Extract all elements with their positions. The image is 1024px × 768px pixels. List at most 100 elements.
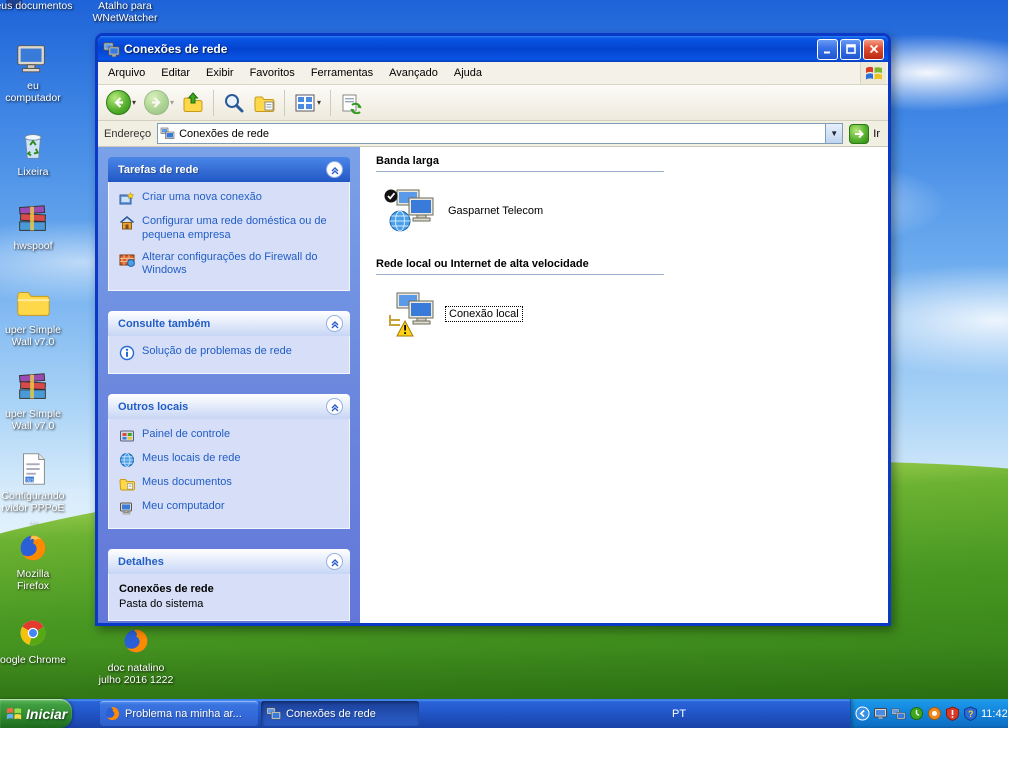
link-my-computer[interactable]: Meu computador: [119, 500, 341, 516]
address-dropdown-icon[interactable]: ▼: [825, 124, 843, 143]
collapse-chevron-icon[interactable]: [326, 398, 343, 415]
menu-editar[interactable]: Editar: [153, 64, 198, 82]
taskbar-task-network-connections[interactable]: Conexões de rede: [261, 701, 419, 726]
search-button[interactable]: [221, 90, 247, 116]
link-network-troubleshooter[interactable]: Solução de problemas de rede: [119, 345, 341, 361]
system-tray: ? 11:42: [850, 699, 1008, 728]
collapse-chevron-icon[interactable]: [326, 161, 343, 178]
sync-folder-button[interactable]: [338, 90, 364, 116]
desktop-icon-my-computer[interactable]: eu computador: [0, 40, 66, 104]
document-icon: 321: [14, 450, 52, 488]
up-button[interactable]: [180, 90, 206, 116]
language-indicator[interactable]: PT: [664, 699, 694, 728]
display-tray-icon[interactable]: [873, 706, 888, 721]
menu-exibir[interactable]: Exibir: [198, 64, 242, 82]
task-create-connection[interactable]: Criar uma nova conexão: [119, 191, 341, 207]
task-link-label: Alterar configurações do Firewall do Win…: [142, 250, 318, 277]
desktop: eus documentos Atalho para WNetWatcher e…: [0, 0, 1008, 728]
taskbar: Iniciar Problema na minha ar... Conexões…: [0, 699, 1008, 728]
task-change-firewall-settings[interactable]: Alterar configurações do Firewall do Win…: [119, 251, 341, 279]
network-tasks-header[interactable]: Tarefas de rede: [108, 157, 350, 182]
forward-button[interactable]: ▾: [142, 88, 176, 117]
menu-avancado[interactable]: Avançado: [381, 64, 446, 82]
folders-button[interactable]: [251, 90, 277, 116]
views-button[interactable]: ▾: [292, 90, 323, 116]
desktop-icon-label: uper Simple Wall v7.0: [4, 408, 62, 433]
connection-item-gasparnet[interactable]: Gasparnet Telecom: [384, 188, 546, 234]
task-link-label: Painel de controle: [142, 428, 231, 440]
hide-icons-button[interactable]: [855, 706, 870, 721]
folders-icon: [253, 92, 275, 114]
toolbar-separator: [284, 89, 286, 116]
network-status-tray-icon[interactable]: [891, 706, 906, 721]
desktop-icon-wnetwatcher[interactable]: Atalho para WNetWatcher: [82, 0, 168, 24]
link-control-panel[interactable]: Painel de controle: [119, 428, 341, 444]
task-link-label: Solução de problemas de rede: [142, 345, 292, 357]
desktop-icon-label: oogle Chrome: [0, 654, 66, 666]
menu-ajuda[interactable]: Ajuda: [446, 64, 490, 82]
address-label: Endereço: [104, 127, 152, 140]
maximize-button[interactable]: [840, 38, 861, 60]
connection-item-local[interactable]: Conexão local: [384, 291, 523, 337]
toolbar-separator: [213, 89, 215, 116]
control-panel-icon: [119, 428, 135, 444]
menu-ferramentas[interactable]: Ferramentas: [303, 64, 381, 82]
link-network-places[interactable]: Meus locais de rede: [119, 452, 341, 468]
minimize-button[interactable]: [817, 38, 838, 60]
menu-arquivo[interactable]: Arquivo: [100, 64, 153, 82]
taskbar-clock[interactable]: 11:42: [981, 708, 1008, 720]
troubleshooter-icon: [119, 345, 135, 361]
other-places-header[interactable]: Outros locais: [108, 394, 350, 419]
details-item-type: Pasta do sistema: [119, 598, 204, 610]
broadband-connection-icon: [384, 188, 436, 234]
svg-text:321: 321: [26, 477, 34, 483]
desktop-icon-chrome[interactable]: oogle Chrome: [0, 614, 66, 666]
group-divider: [376, 274, 664, 275]
sync-icon: [340, 92, 362, 114]
window-titlebar[interactable]: Conexões de rede: [98, 36, 888, 62]
forward-dropdown-icon: ▾: [170, 98, 175, 107]
see-also-card: Consulte também Solução de problemas de …: [108, 311, 350, 374]
firefox-document-icon: [117, 622, 155, 660]
up-folder-icon: [182, 91, 204, 114]
desktop-icon-recycle-bin[interactable]: Lixeira: [0, 126, 66, 178]
home-network-icon: [119, 215, 135, 231]
link-my-documents[interactable]: Meus documentos: [119, 476, 341, 492]
network-connections-icon: [103, 41, 120, 58]
collapse-chevron-icon[interactable]: [326, 553, 343, 570]
antivirus-tray-icon[interactable]: [927, 706, 942, 721]
address-combo[interactable]: Conexões de rede ▼: [157, 123, 844, 144]
windows-flag-icon: [860, 62, 886, 84]
back-dropdown-icon: ▾: [132, 98, 137, 107]
go-button[interactable]: Ir: [849, 123, 884, 144]
folder-icon: [14, 284, 52, 322]
winrar-archive-icon: [14, 200, 52, 238]
taskbar-task-firefox[interactable]: Problema na minha ar...: [100, 701, 258, 726]
back-button[interactable]: ▾: [104, 88, 138, 117]
start-button[interactable]: Iniciar: [0, 699, 72, 728]
security-alert-tray-icon[interactable]: [945, 706, 960, 722]
documents-folder-icon: [119, 476, 135, 492]
scheduler-tray-icon[interactable]: [909, 706, 924, 721]
desktop-icon-pppoe-doc[interactable]: 321 Configurando rvidor PPPoE ...: [0, 450, 66, 526]
address-bar: Endereço Conexões de rede ▼ Ir: [98, 121, 888, 147]
collapse-chevron-icon[interactable]: [326, 315, 343, 332]
toolbar-separator: [330, 89, 332, 116]
desktop-icon-hwspoof[interactable]: hwspoof: [0, 200, 66, 252]
desktop-icon-super-simple-wall-rar[interactable]: uper Simple Wall v7.0: [0, 368, 66, 432]
close-button[interactable]: [863, 38, 884, 60]
views-dropdown-icon: ▾: [317, 98, 322, 107]
desktop-icon-doc-natalino[interactable]: doc natalino julho 2016 1222: [96, 622, 176, 686]
update-shield-tray-icon[interactable]: ?: [963, 706, 978, 722]
winrar-archive-icon: [14, 368, 52, 406]
forward-icon: [144, 90, 170, 115]
folder-content[interactable]: Banda larga Gasparnet Telecom Rede local…: [360, 147, 888, 623]
details-header[interactable]: Detalhes: [108, 549, 350, 574]
task-setup-home-network[interactable]: Configurar uma rede doméstica ou de pequ…: [119, 215, 341, 243]
menu-favoritos[interactable]: Favoritos: [242, 64, 303, 82]
desktop-icon-super-simple-wall-folder[interactable]: uper Simple Wall v7.0: [0, 284, 66, 348]
see-also-header[interactable]: Consulte também: [108, 311, 350, 336]
go-arrow-icon: [849, 123, 870, 144]
desktop-icon-firefox[interactable]: Mozilla Firefox: [0, 528, 66, 592]
desktop-icon-my-documents[interactable]: eus documentos: [0, 0, 74, 12]
